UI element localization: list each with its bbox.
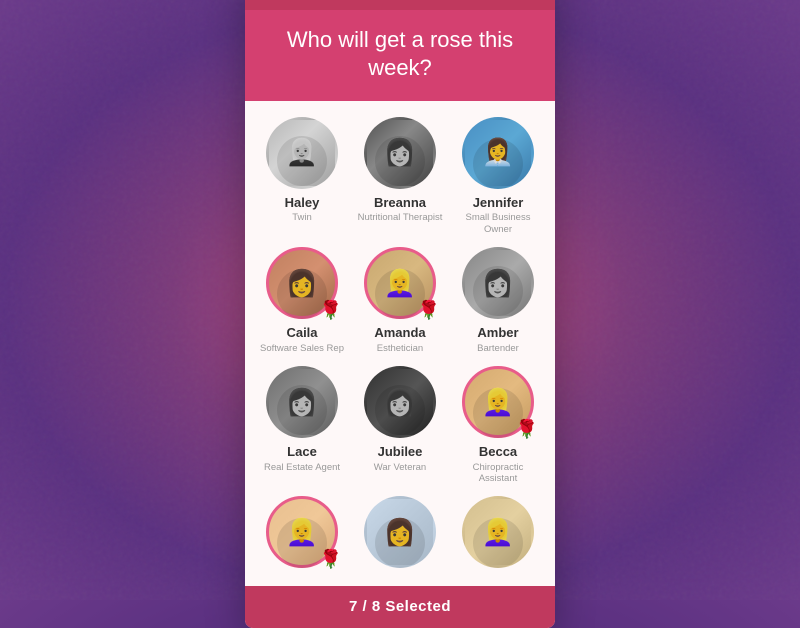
avatar-wrap: 👩‍💼 [462, 117, 534, 189]
contestant-amber[interactable]: 👩 Amber Bartender [453, 247, 543, 354]
rose-badge: 🌹 [514, 416, 540, 442]
card-footer: 7 / 8 Selected [245, 586, 555, 628]
avatar: 👱‍♀️ [462, 496, 534, 568]
avatar-wrap: 👩 [364, 366, 436, 438]
contestant-job: Nutritional Therapist [358, 212, 443, 223]
contestant-p10[interactable]: 👱‍♀️🌹 [257, 496, 347, 574]
contestant-name: Amber [477, 325, 518, 341]
avatar: 👱‍♀️ [266, 117, 338, 189]
avatar: 👩 [364, 496, 436, 568]
contestant-caila[interactable]: 👩🌹 Caila Software Sales Rep [257, 247, 347, 354]
avatar-wrap: 👩 [364, 117, 436, 189]
contestant-job: Real Estate Agent [264, 462, 340, 473]
contestant-name: Caila [286, 325, 317, 341]
contestant-lace[interactable]: 👩 Lace Real Estate Agent [257, 366, 347, 484]
contestant-becca[interactable]: 👱‍♀️🌹 Becca Chiropractic Assistant [453, 366, 543, 484]
card-question: Who will get a rose this week? [245, 10, 555, 101]
contestant-job: Esthetician [377, 343, 423, 354]
rose-badge: 🌹 [318, 546, 344, 572]
contestant-job: Bartender [477, 343, 519, 354]
avatar: 👩 [364, 366, 436, 438]
contestant-job: Chiropractic Assistant [453, 462, 543, 485]
contestant-name: Breanna [374, 195, 426, 211]
selection-count: 7 / 8 Selected [349, 598, 451, 615]
contestant-name: Jubilee [378, 444, 423, 460]
avatar-wrap: 👩 [266, 366, 338, 438]
contestants-grid: 👱‍♀️ HaleyTwin 👩 BreannaNutritional Therapi… [257, 117, 543, 575]
question-text: Who will get a rose this week? [265, 26, 535, 83]
avatar-wrap: 👱‍♀️🌹 [364, 247, 436, 319]
poll-card: THE BACHELOR Who will get a rose this we… [245, 0, 555, 628]
avatar-wrap: 👩 [462, 247, 534, 319]
contestant-p11[interactable]: 👩 [355, 496, 445, 574]
contestant-job: War Veteran [374, 462, 426, 473]
contestant-name: Lace [287, 444, 317, 460]
contestant-name: Becca [479, 444, 517, 460]
avatar-wrap: 👱‍♀️ [266, 117, 338, 189]
avatar-wrap: 👩🌹 [266, 247, 338, 319]
contestant-p12[interactable]: 👱‍♀️ [453, 496, 543, 574]
avatar-wrap: 👱‍♀️🌹 [266, 496, 338, 568]
contestant-job: Software Sales Rep [260, 343, 344, 354]
avatar-wrap: 👱‍♀️🌹 [462, 366, 534, 438]
avatar: 👩‍💼 [462, 117, 534, 189]
avatar: 👩 [266, 366, 338, 438]
rose-badge: 🌹 [416, 297, 442, 323]
avatar: 👩 [364, 117, 436, 189]
contestant-haley[interactable]: 👱‍♀️ HaleyTwin [257, 117, 347, 235]
rose-badge: 🌹 [318, 297, 344, 323]
contestant-amanda[interactable]: 👱‍♀️🌹 Amanda Esthetician [355, 247, 445, 354]
contestant-breanna[interactable]: 👩 BreannaNutritional Therapist [355, 117, 445, 235]
contestant-name: Haley [285, 195, 320, 211]
avatar: 👩 [462, 247, 534, 319]
contestant-name: Jennifer [473, 195, 524, 211]
avatar-wrap: 👩 [364, 496, 436, 568]
contestant-name: Amanda [374, 325, 425, 341]
contestant-jennifer[interactable]: 👩‍💼 JenniferSmall Business Owner [453, 117, 543, 235]
contestant-job: Twin [292, 212, 312, 223]
contestant-job: Small Business Owner [453, 212, 543, 235]
contestant-jubilee[interactable]: 👩 Jubilee War Veteran [355, 366, 445, 484]
card-body: 👱‍♀️ HaleyTwin 👩 BreannaNutritional Therapi… [245, 101, 555, 587]
card-header: THE BACHELOR [245, 0, 555, 10]
avatar-wrap: 👱‍♀️ [462, 496, 534, 568]
